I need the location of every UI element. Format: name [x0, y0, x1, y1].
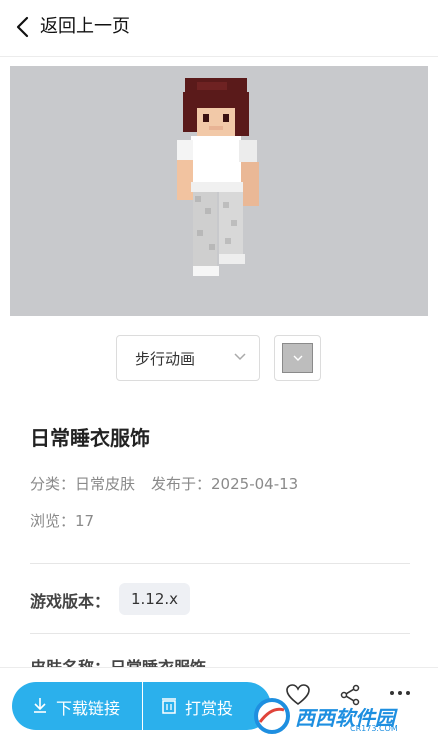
animation-select-value: 步行动画 — [135, 350, 196, 368]
watermark-subtext: CR173.COM — [350, 724, 398, 733]
gift-icon — [162, 698, 176, 714]
meta-line: 分类：日常皮肤 发布于：2025-04-13 — [30, 473, 314, 494]
back-arrow-icon[interactable] — [14, 16, 34, 38]
download-button[interactable]: 下载链接 — [12, 682, 142, 730]
views-count: 浏览：17 — [30, 512, 95, 530]
color-swatch — [282, 343, 313, 373]
divider — [30, 633, 410, 634]
skin-title: 日常睡衣服饰 — [30, 426, 150, 450]
skin-preview[interactable] — [10, 66, 428, 316]
chevron-down-icon — [234, 353, 246, 361]
background-color-picker[interactable] — [274, 335, 321, 381]
chevron-down-icon — [293, 355, 303, 361]
skin-model-image — [177, 78, 259, 276]
animation-select[interactable]: 步行动画 — [116, 335, 260, 381]
publish-date: 发布于：2025-04-13 — [151, 475, 299, 493]
game-version-label: 游戏版本： — [30, 592, 111, 611]
download-icon — [34, 698, 46, 713]
game-version-chip: 1.12.x — [119, 583, 191, 615]
divider — [30, 563, 410, 564]
download-label: 下载链接 — [56, 699, 121, 718]
top-bar: 返回上一页 — [0, 0, 438, 57]
back-link[interactable]: 返回上一页 — [40, 14, 130, 40]
reward-label: 打赏投 — [185, 699, 234, 718]
category-text: 分类：日常皮肤 — [30, 475, 136, 493]
